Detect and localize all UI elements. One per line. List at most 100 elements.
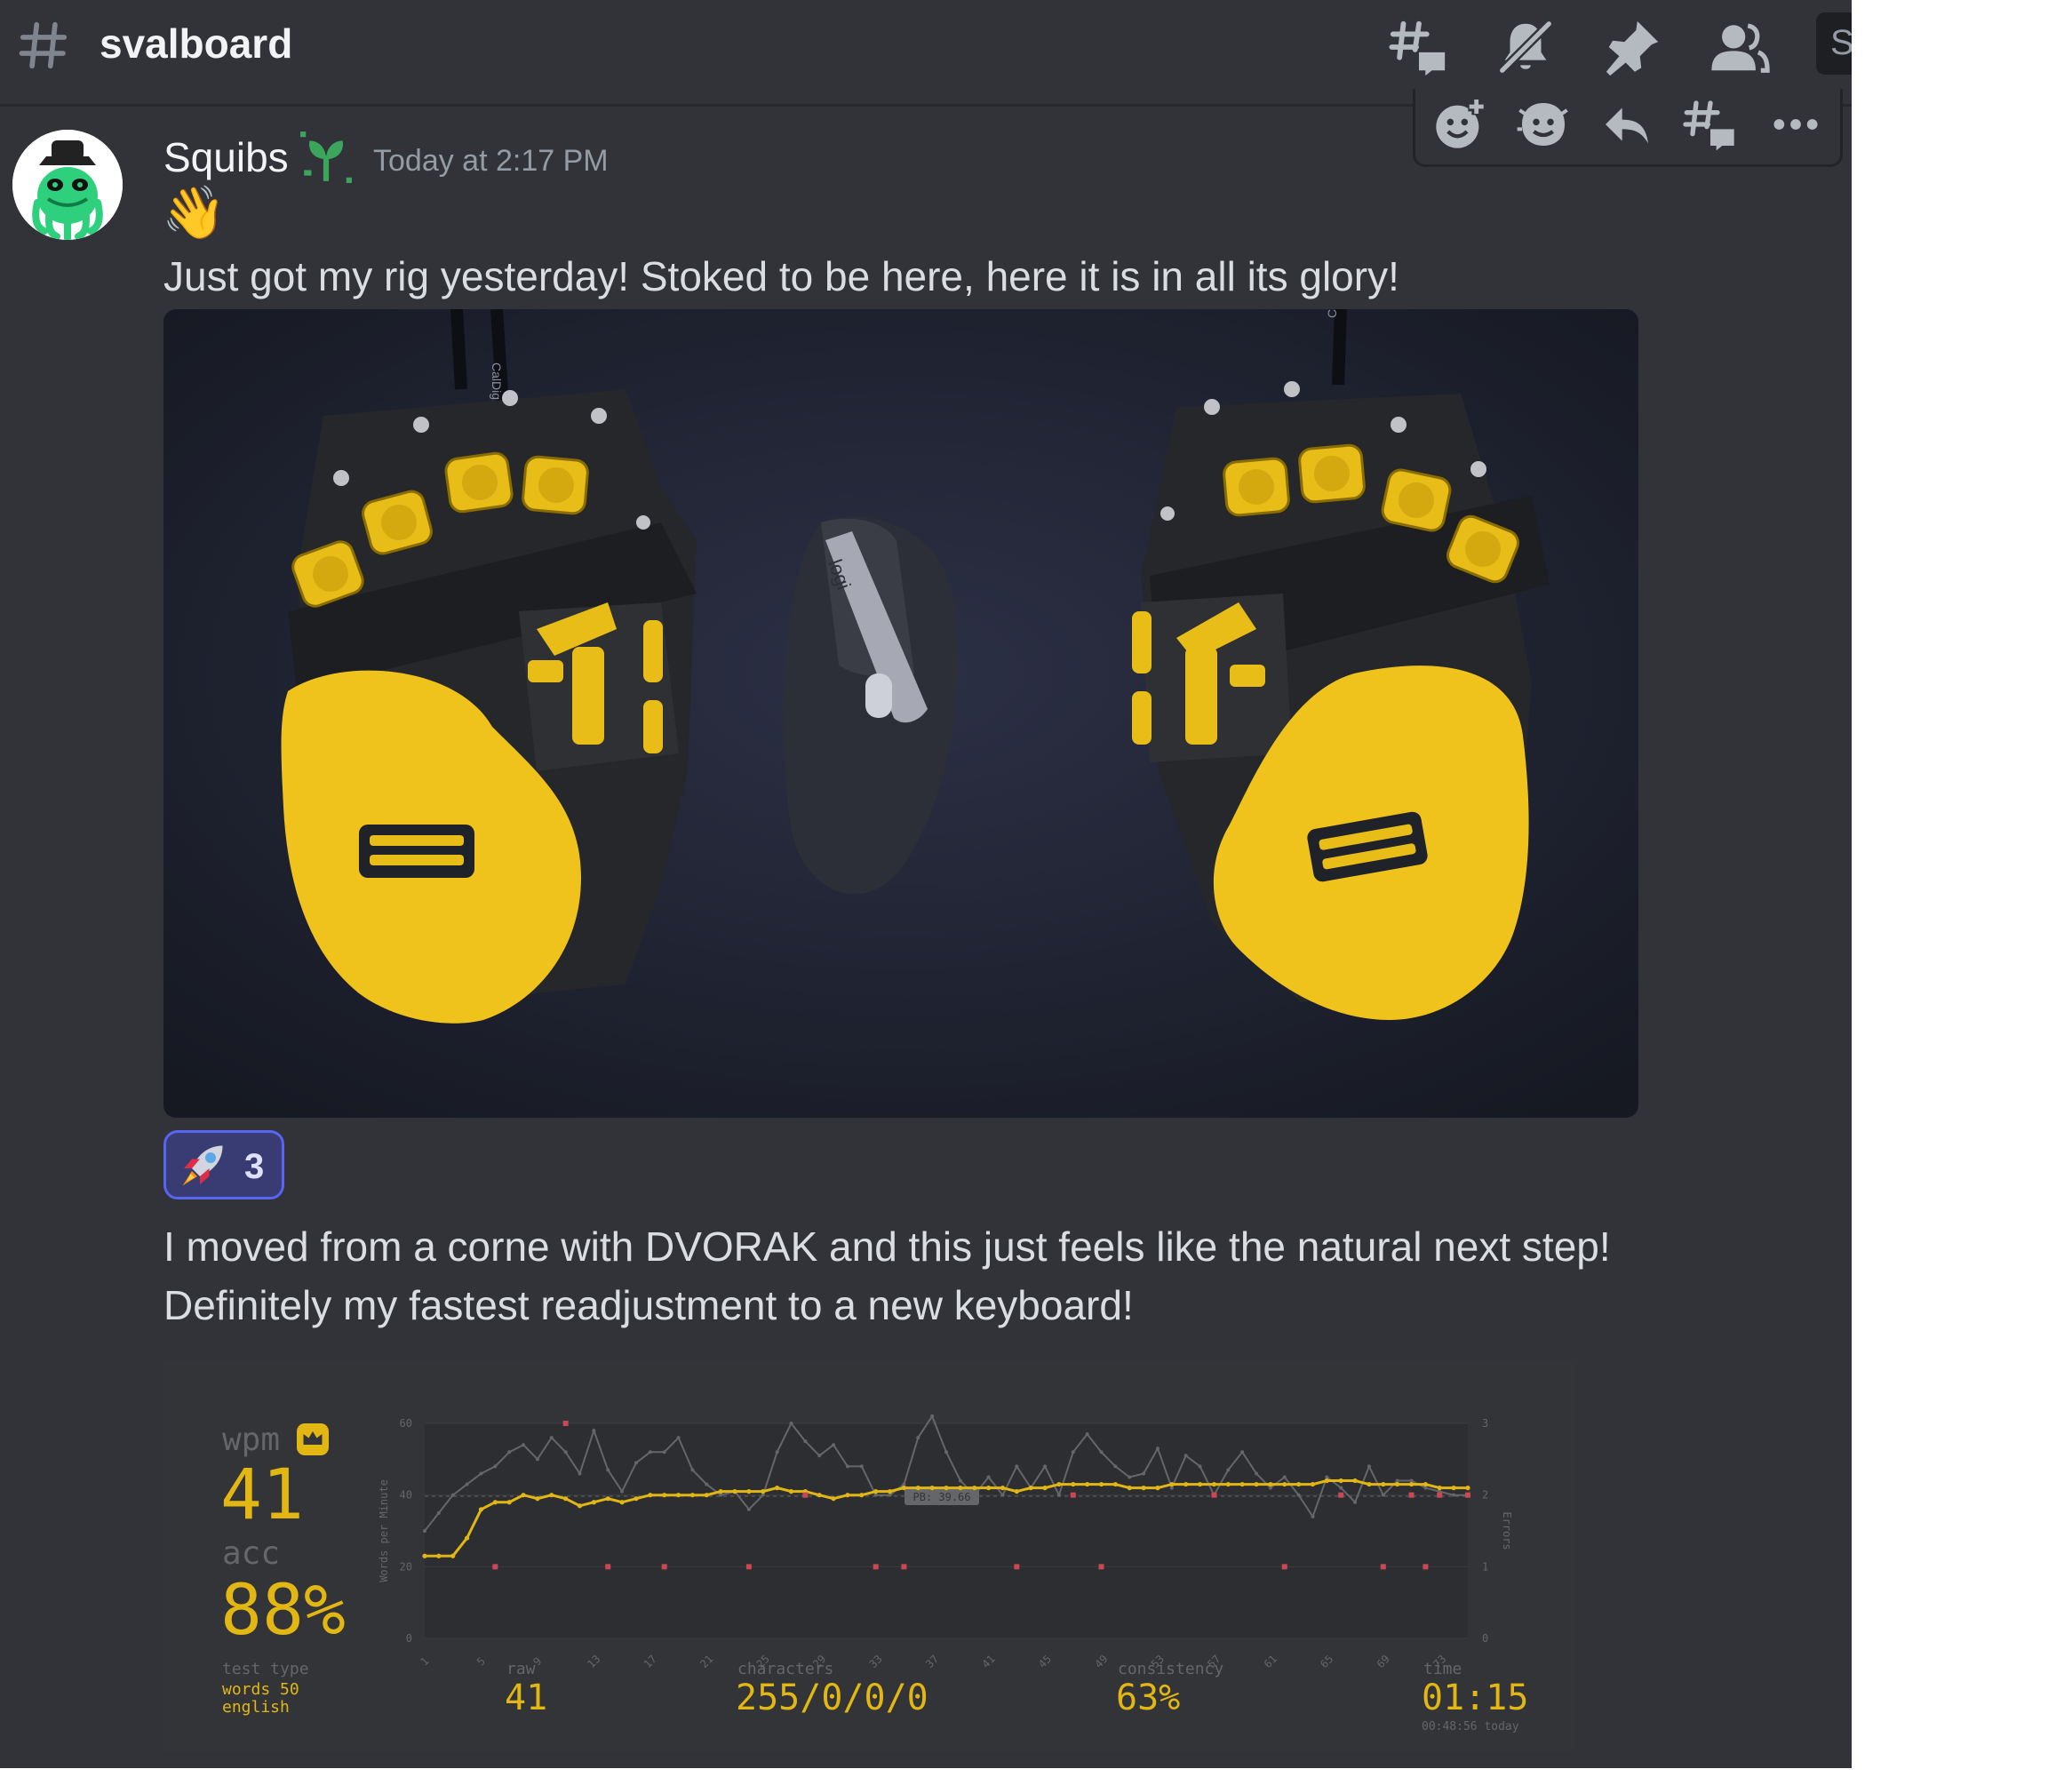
avatar-image	[12, 130, 123, 240]
reaction-count: 3	[244, 1147, 265, 1186]
mute-bell-icon[interactable]	[1494, 16, 1557, 78]
raw-point	[1099, 1450, 1104, 1454]
author-name[interactable]: Squibs	[163, 133, 289, 181]
avatar[interactable]	[12, 130, 123, 240]
error-mark	[1408, 1492, 1415, 1498]
reply-icon[interactable]	[1598, 96, 1655, 153]
raw-point	[1000, 1493, 1005, 1497]
test-type-line1: words 50	[222, 1680, 299, 1699]
raw-point	[648, 1450, 652, 1454]
x-tick-label: 69	[1375, 1653, 1392, 1670]
raw-label: raw	[506, 1660, 536, 1678]
raw-point	[1056, 1493, 1061, 1497]
wpm-point	[1367, 1481, 1372, 1487]
x-tick-label: 61	[1262, 1653, 1279, 1670]
raw-value: 41	[505, 1677, 548, 1718]
keyboard-photo: CalDigit CalDigit	[163, 309, 1638, 1118]
members-icon[interactable]	[1708, 16, 1770, 78]
raw-point	[634, 1461, 638, 1465]
raw-point	[493, 1464, 498, 1469]
time-label: time	[1423, 1660, 1462, 1678]
raw-point	[873, 1493, 878, 1497]
create-thread-icon[interactable]	[1682, 96, 1739, 153]
more-options-icon[interactable]	[1767, 96, 1824, 153]
y-tick-label: 40	[400, 1489, 412, 1502]
raw-point	[1155, 1446, 1160, 1451]
wpm-point	[944, 1486, 949, 1491]
raw-point	[1339, 1486, 1343, 1490]
typing-test-result-image[interactable]: wpm 41 acc 88% 0 20 40 60 0 1 2 3 1 5 9 13 17 21 25 29 3…	[163, 1359, 1576, 1750]
wpm-point	[1211, 1481, 1217, 1487]
wpm-point	[761, 1489, 766, 1494]
wpm-point	[492, 1500, 498, 1505]
raw-point	[1043, 1464, 1048, 1469]
raw-point	[1085, 1432, 1089, 1437]
wpm-point	[535, 1496, 540, 1502]
wpm-point	[1042, 1486, 1048, 1491]
y2-axis-title: Errors	[1501, 1511, 1513, 1550]
wpm-point	[1183, 1481, 1189, 1487]
wpm-point	[1155, 1486, 1160, 1491]
message-text-3: Definitely my fastest readjustment to a …	[163, 1282, 1134, 1328]
wpm-point	[1296, 1481, 1302, 1487]
cable-label-left: CalDigit	[490, 363, 504, 406]
raw-point	[507, 1450, 512, 1454]
wpm-point	[478, 1507, 484, 1512]
y2-tick-label: 1	[1482, 1560, 1488, 1573]
wpm-point	[506, 1500, 512, 1505]
wpm-point	[436, 1553, 442, 1558]
add-reaction-icon[interactable]	[1431, 96, 1488, 153]
test-type-line2: english	[222, 1698, 290, 1717]
wpm-point	[929, 1486, 935, 1491]
pin-icon[interactable]	[1601, 16, 1663, 78]
threads-icon[interactable]	[1388, 16, 1450, 78]
y-tick-label: 20	[400, 1560, 412, 1573]
message-action-bar	[1413, 89, 1843, 167]
reaction-rocket[interactable]: 3	[163, 1130, 284, 1199]
time-value: 01:15	[1422, 1677, 1529, 1718]
characters-value: 255/0/0/0	[736, 1677, 928, 1718]
raw-point	[662, 1450, 666, 1454]
wpm-point	[901, 1486, 907, 1491]
raw-point	[620, 1489, 625, 1494]
wpm-point	[1465, 1486, 1470, 1491]
y2-tick-label: 0	[1482, 1632, 1488, 1645]
raw-point	[1268, 1486, 1272, 1490]
error-mark	[1281, 1564, 1287, 1570]
raw-point	[592, 1429, 596, 1433]
raw-point	[705, 1482, 709, 1486]
wpm-point	[1381, 1481, 1386, 1487]
raw-point	[944, 1450, 948, 1454]
error-mark	[492, 1564, 498, 1570]
wpm-point	[718, 1489, 723, 1494]
raw-point	[1142, 1471, 1146, 1476]
raw-point	[1423, 1486, 1428, 1490]
wpm-point	[746, 1489, 752, 1494]
raw-point	[789, 1422, 793, 1425]
raw-point	[1255, 1471, 1259, 1476]
x-tick-label: 17	[642, 1653, 659, 1670]
rocket-icon	[182, 1145, 223, 1186]
y-axis-title: Words per Minute	[378, 1479, 390, 1582]
search-input[interactable]: S	[1816, 12, 1852, 75]
image-attachment[interactable]: CalDigit CalDigit	[163, 309, 1638, 1118]
wpm-point	[1395, 1481, 1400, 1487]
super-reaction-icon[interactable]	[1515, 96, 1572, 153]
raw-point	[1409, 1478, 1414, 1483]
raw-point	[888, 1493, 892, 1497]
wpm-point	[1169, 1481, 1175, 1487]
raw-point	[930, 1414, 935, 1418]
message-timestamp[interactable]: Today at 2:17 PM	[373, 144, 609, 179]
wpm-point	[972, 1486, 977, 1491]
wpm-point	[1085, 1481, 1090, 1487]
raw-point	[859, 1464, 864, 1469]
wpm-chart: 020406001231 5 9 13 17 21 25 29 33 37 41 45 49 53 57 61…	[378, 1414, 1513, 1670]
raw-point	[522, 1443, 526, 1447]
wpm-value: 41	[220, 1455, 304, 1535]
error-mark	[873, 1564, 879, 1570]
pb-label: PB: 39.66	[912, 1491, 970, 1503]
channel-hash-icon	[19, 21, 68, 69]
sprout-badge-icon[interactable]	[299, 130, 354, 185]
raw-point	[1452, 1493, 1456, 1497]
wpm-point	[1254, 1481, 1259, 1487]
